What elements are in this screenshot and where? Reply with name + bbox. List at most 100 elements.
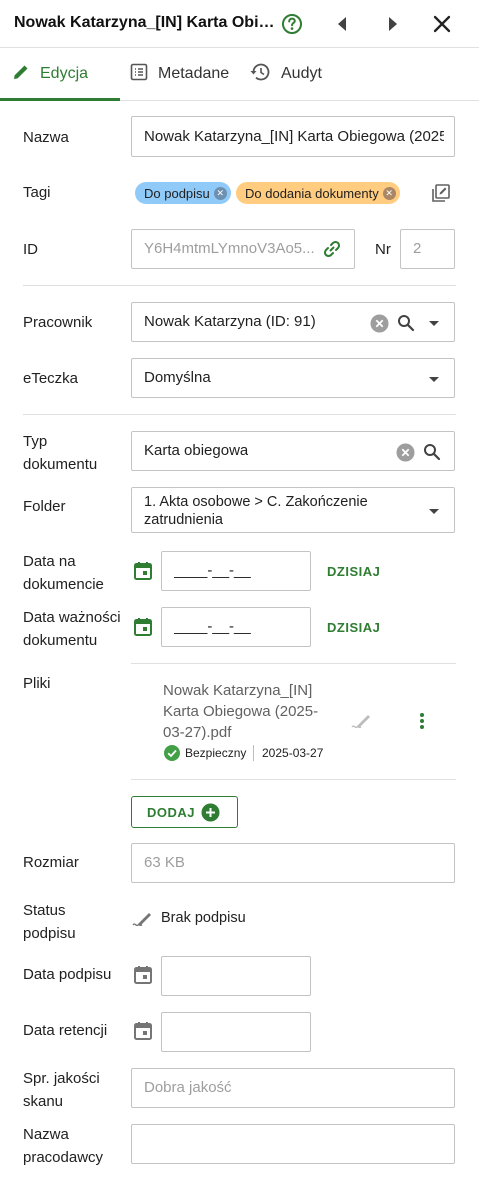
tab-edycja-label: Edycja <box>40 65 89 82</box>
id-value: Y6H4mtmLYmnoV3Ao5... <box>144 240 315 257</box>
folder-value-line2: zatrudnienia <box>144 512 223 528</box>
nr-label: Nr <box>375 241 391 258</box>
pracodawca-label-line1: Nazwa <box>23 1126 69 1143</box>
id-field: Y6H4mtmLYmnoV3Ao5... <box>131 229 355 269</box>
data-dok-label-line1: Data na <box>23 553 76 570</box>
data-dok-value: ____-__-__ <box>174 562 251 579</box>
data-waz-label-line1: Data ważności <box>23 609 121 626</box>
calendar-icon[interactable] <box>133 616 153 636</box>
folder-value-line1: 1. Akta osobowe > C. Zakończenie <box>144 494 368 510</box>
rozmiar-value: 63 KB <box>144 854 185 871</box>
add-file-button[interactable]: DODAJ <box>131 796 238 828</box>
divider <box>23 414 456 415</box>
eteczka-select[interactable]: Domyślna <box>131 358 455 398</box>
folder-label: Folder <box>23 498 66 515</box>
tab-edycja[interactable]: Edycja <box>12 48 88 100</box>
chip-remove-icon[interactable]: ✕ <box>213 186 227 200</box>
jakosc-input[interactable]: Dobra jakość <box>131 1068 455 1108</box>
divider <box>131 663 456 664</box>
rozmiar-field: 63 KB <box>131 843 455 883</box>
nazwa-value: Nowak Katarzyna_[IN] Karta Obiegowa (202… <box>144 128 444 145</box>
add-file-label: DODAJ <box>147 805 196 820</box>
data-waz-input[interactable]: ____-__-__ <box>161 607 311 647</box>
data-retencji-input <box>161 1012 311 1052</box>
pencil-icon <box>12 63 30 86</box>
next-icon[interactable] <box>381 12 405 36</box>
nr-field: 2 <box>400 229 455 269</box>
typ-value: Karta obiegowa <box>144 442 249 459</box>
chevron-down-icon[interactable] <box>424 369 444 389</box>
status-podpisu-label-line1: Status <box>23 902 66 919</box>
today-button[interactable]: DZISIAJ <box>327 620 380 635</box>
prev-icon[interactable] <box>330 12 354 36</box>
copy-link-icon[interactable] <box>321 238 343 260</box>
nazwa-input[interactable]: Nowak Katarzyna_[IN] Karta Obiegowa (202… <box>131 116 455 157</box>
jakosc-label-line1: Spr. jakości <box>23 1070 100 1087</box>
tag-chip-do-dodania[interactable]: Do dodania dokumenty ✕ <box>236 182 400 204</box>
check-circle-icon <box>164 745 180 761</box>
edit-tags-icon[interactable] <box>430 182 452 204</box>
typ-label-line1: Typ <box>23 433 48 450</box>
tab-metadane-label: Metadane <box>158 65 230 82</box>
history-icon <box>249 62 271 87</box>
rozmiar-label: Rozmiar <box>23 854 79 871</box>
pracownik-select[interactable]: Nowak Katarzyna (ID: 91) <box>131 302 455 342</box>
status-podpisu-value: Brak podpisu <box>161 910 246 926</box>
data-podpisu-input <box>161 956 311 996</box>
divider <box>253 745 254 761</box>
clear-icon[interactable] <box>395 442 415 462</box>
signature-icon <box>132 908 154 930</box>
calendar-icon[interactable] <box>133 560 153 580</box>
file-name-line2: Karta Obiegowa (2025- <box>163 703 319 720</box>
plus-circle-icon <box>200 802 220 822</box>
header-bar: Nowak Katarzyna_[IN] Karta Obiegowa (202… <box>0 0 479 48</box>
calendar-icon <box>133 964 153 984</box>
list-icon <box>130 63 148 86</box>
tab-metadane[interactable]: Metadane <box>130 48 229 100</box>
status-podpisu-label-line2: podpisu <box>23 925 76 942</box>
chevron-down-icon[interactable] <box>424 313 444 333</box>
pracodawca-input[interactable] <box>131 1124 455 1164</box>
file-date: 2025-03-27 <box>262 746 324 760</box>
tab-audyt-label: Audyt <box>281 65 322 82</box>
signature-icon[interactable] <box>350 709 374 733</box>
tag-chip-label: Do podpisu <box>144 185 210 201</box>
typ-dokumentu-select[interactable]: Karta obiegowa <box>131 431 455 471</box>
pliki-label: Pliki <box>23 675 51 692</box>
typ-label-line2: dokumentu <box>23 456 98 473</box>
active-tab-indicator <box>0 98 120 101</box>
search-icon[interactable] <box>395 312 417 334</box>
data-podpisu-label: Data podpisu <box>23 966 112 983</box>
tag-chip-do-podpisu[interactable]: Do podpisu ✕ <box>135 182 231 204</box>
id-label: ID <box>23 241 38 258</box>
document-title: Nowak Katarzyna_[IN] Karta Obiegowa (202… <box>14 14 276 31</box>
help-icon[interactable] <box>280 12 304 36</box>
jakosc-placeholder: Dobra jakość <box>144 1079 232 1096</box>
search-icon[interactable] <box>421 441 443 463</box>
today-button[interactable]: DZISIAJ <box>327 564 380 579</box>
pracodawca-label-line2: pracodawcy <box>23 1149 104 1166</box>
divider <box>23 285 456 286</box>
more-vert-icon[interactable] <box>412 709 432 733</box>
folder-select[interactable]: 1. Akta osobowe > C. Zakończenie zatrudn… <box>131 487 455 533</box>
clear-icon[interactable] <box>369 313 389 333</box>
pracownik-label: Pracownik <box>23 314 93 331</box>
eteczka-label: eTeczka <box>23 370 79 387</box>
divider <box>131 779 456 780</box>
file-name-line3: 03-27).pdf <box>163 724 232 741</box>
chevron-down-icon[interactable] <box>424 501 444 521</box>
tab-audyt[interactable]: Audyt <box>249 48 322 100</box>
nr-value: 2 <box>413 240 422 257</box>
data-waz-label-line2: dokumentu <box>23 632 98 649</box>
file-name-line1: Nowak Katarzyna_[IN] <box>163 682 313 699</box>
jakosc-label-line2: skanu <box>23 1093 64 1110</box>
data-waz-value: ____-__-__ <box>174 618 251 635</box>
data-retencji-label: Data retencji <box>23 1022 108 1039</box>
chip-remove-icon[interactable]: ✕ <box>382 186 396 200</box>
calendar-icon <box>133 1020 153 1040</box>
data-dok-input[interactable]: ____-__-__ <box>161 551 311 591</box>
file-status: Bezpieczny <box>185 746 247 760</box>
close-icon[interactable] <box>430 12 454 36</box>
pracownik-value: Nowak Katarzyna (ID: 91) <box>144 313 316 330</box>
tagi-label: Tagi <box>23 184 51 201</box>
